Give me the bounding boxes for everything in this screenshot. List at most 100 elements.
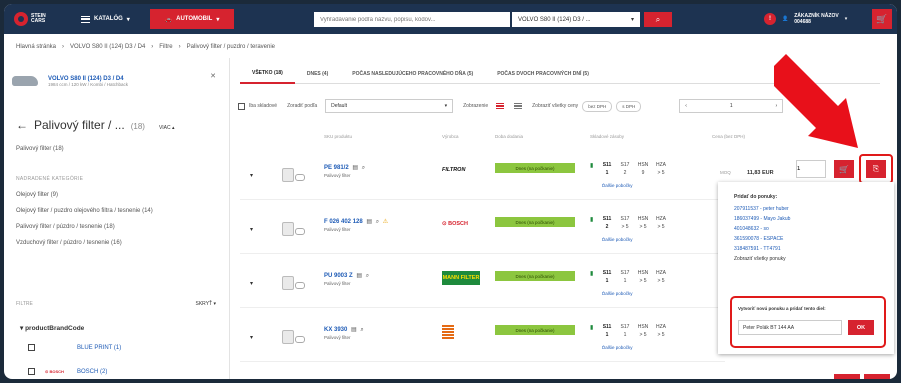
more-branches-link[interactable]: Ďalšie pobočky bbox=[602, 345, 633, 350]
offer-item[interactable]: 186037499 - Mayo Jakub bbox=[734, 216, 790, 222]
quantity-input[interactable] bbox=[796, 160, 826, 178]
compact-view-icon[interactable] bbox=[512, 100, 524, 112]
more-branches-link[interactable]: Ďalšie pobočky bbox=[602, 237, 633, 242]
prev-page-icon[interactable]: ‹ bbox=[685, 103, 687, 109]
table-row[interactable]: ▾ PE 981/2 ▤ ⌕ Palivový filter FILTRON D… bbox=[240, 150, 725, 200]
related-category-item[interactable]: Olejový filter / puzdro olejového filtra… bbox=[16, 208, 216, 215]
expand-chevron-icon[interactable]: ▾ bbox=[250, 334, 253, 341]
offer-item[interactable]: 361590078 - ESPACE bbox=[734, 236, 790, 242]
stock-qty: 1 bbox=[605, 278, 609, 284]
expand-chevron-icon[interactable]: ▾ bbox=[250, 280, 253, 287]
brand-option-label[interactable]: BLUE PRINT (1) bbox=[77, 345, 121, 351]
only-stock-checkbox[interactable] bbox=[238, 102, 245, 110]
category-more-label: VIAC bbox=[158, 125, 171, 131]
col-delivery[interactable]: Doba dodania bbox=[495, 134, 523, 139]
col-brand[interactable]: Výrobca bbox=[442, 134, 459, 139]
offer-item[interactable]: 207911537 - peter huber bbox=[734, 206, 790, 212]
product-image[interactable] bbox=[270, 160, 306, 190]
product-image[interactable] bbox=[270, 214, 306, 244]
notification-badge[interactable]: ! bbox=[764, 13, 776, 25]
breadcrumb-filters[interactable]: Filtre bbox=[159, 44, 172, 50]
document-icon[interactable]: ▤ bbox=[349, 327, 357, 333]
brand-checkbox[interactable] bbox=[28, 368, 35, 375]
add-to-cart-button[interactable] bbox=[834, 374, 860, 379]
related-category-item[interactable]: Vzduchový filter / púzdro / tesnenie (16… bbox=[16, 240, 216, 247]
filter-group-brand[interactable]: ▾ productBrandCode bbox=[20, 324, 84, 332]
tab-all[interactable]: VŠETKO (18) bbox=[240, 64, 295, 84]
search-input[interactable] bbox=[314, 12, 510, 27]
brand-filter-option[interactable]: BLUE PRINT (1) bbox=[28, 344, 121, 351]
magnifier-icon[interactable]: ⌕ bbox=[360, 165, 365, 171]
table-row[interactable]: ▾ PU 9003 Z ▤ ⌕ Palivový filter MANN FIL… bbox=[240, 258, 725, 308]
add-to-cart-button[interactable]: 🛒 bbox=[834, 160, 854, 178]
warning-icon[interactable]: ⚠ bbox=[381, 219, 388, 225]
show-all-offers-link[interactable]: Zobraziť všetky ponuky bbox=[734, 256, 790, 262]
search-button[interactable]: ⌕ bbox=[644, 12, 672, 27]
back-arrow-icon[interactable]: ← bbox=[16, 118, 28, 132]
category-title: ← Palivový filter / ... (18) VIAC ▴ bbox=[16, 118, 175, 132]
subcategory-link[interactable]: Palivový filter (18) bbox=[16, 146, 64, 152]
catalog-menu[interactable]: KATALÓG ▾ bbox=[81, 11, 130, 27]
expand-chevron-icon[interactable]: ▾ bbox=[250, 226, 253, 233]
automobil-menu[interactable]: 🚗 AUTOMOBIL ▾ bbox=[150, 9, 234, 29]
col-code[interactable]: SKU produktu bbox=[324, 134, 352, 139]
related-category-item[interactable]: Olejový filter (9) bbox=[16, 192, 216, 199]
breadcrumb-home[interactable]: Hlavná stránka bbox=[16, 44, 56, 50]
tab-two-days[interactable]: POČAS DVOCH PRACOVNÝCH DNÍ (5) bbox=[485, 64, 601, 84]
col-stock[interactable]: Skladové zásoby bbox=[590, 134, 624, 139]
list-view-icon[interactable] bbox=[494, 100, 506, 112]
page-number[interactable]: 1 bbox=[730, 103, 733, 109]
product-code[interactable]: PU 9003 Z bbox=[324, 273, 353, 279]
table-row[interactable]: ▾ F 026 402 128 ▤ ⌕ ⚠ Palivový filter ⊙ … bbox=[240, 204, 725, 254]
product-image[interactable] bbox=[270, 268, 306, 298]
breadcrumb-vehicle[interactable]: VOLVO S80 II (124) D3 / D4 bbox=[70, 44, 145, 50]
magnifier-icon[interactable]: ⌕ bbox=[364, 273, 369, 279]
selected-vehicle[interactable]: VOLVO S80 II (124) D3 / D4 1984 ccm / 12… bbox=[12, 68, 222, 94]
user-menu[interactable]: ! 👤 ZÁKAZNÍK NÁZOV 004688 ▾ bbox=[764, 10, 864, 28]
product-code[interactable]: PE 981/2 bbox=[324, 165, 349, 171]
offer-item[interactable]: 318487591 - TT4791 bbox=[734, 246, 790, 252]
cart-button[interactable]: 🛒 bbox=[872, 9, 892, 29]
stock-location: HSN bbox=[637, 270, 649, 276]
more-branches-link[interactable]: Ďalšie pobočky bbox=[602, 183, 633, 188]
expand-chevron-icon[interactable]: ▾ bbox=[250, 172, 253, 179]
product-image[interactable] bbox=[270, 322, 306, 352]
document-icon[interactable]: ▤ bbox=[355, 273, 362, 279]
category-more-toggle[interactable]: VIAC ▴ bbox=[159, 125, 175, 131]
hamburger-icon bbox=[81, 15, 90, 23]
brand-option-label[interactable]: BOSCH (2) bbox=[77, 369, 107, 375]
filters-hide-toggle[interactable]: SKRYŤ ▾ bbox=[196, 301, 217, 307]
product-code[interactable]: KX 3930 bbox=[324, 327, 347, 333]
related-category-item[interactable]: Palivový filter / púzdro / tesnenie (18) bbox=[16, 224, 216, 231]
add-to-offer-button[interactable] bbox=[864, 374, 890, 379]
logo[interactable]: STEIN CARS bbox=[14, 9, 62, 29]
document-icon[interactable]: ▤ bbox=[365, 219, 372, 225]
price-with-vat-toggle[interactable]: s DPH bbox=[616, 100, 642, 112]
magnifier-icon[interactable]: ⌕ bbox=[374, 219, 379, 225]
moq-label: MOQ bbox=[720, 170, 731, 175]
tab-today[interactable]: DNES (4) bbox=[295, 64, 340, 84]
table-row[interactable]: ▾ KX 3930 ▤ ⌕ Palivový filter Dnes (na p… bbox=[240, 312, 725, 362]
product-code[interactable]: F 026 402 128 bbox=[324, 219, 363, 225]
tab-next-day[interactable]: POČAS NASLEDUJÚCEHO PRACOVNÉHO DŇA (5) bbox=[340, 64, 485, 84]
vehicle-name[interactable]: VOLVO S80 II (124) D3 / D4 bbox=[48, 76, 128, 82]
brand-filter-option[interactable]: ⊙ BOSCH BOSCH (2) bbox=[28, 368, 107, 375]
new-offer-ok-button[interactable]: OK bbox=[848, 320, 874, 335]
popup-title: Pridať do ponuky: bbox=[734, 194, 778, 200]
related-categories-list: Olejový filter (9) Olejový filter / puzd… bbox=[16, 192, 216, 256]
document-icon[interactable]: ▤ bbox=[351, 165, 358, 171]
brand-checkbox[interactable] bbox=[28, 344, 35, 351]
more-branches-link[interactable]: Ďalšie pobočky bbox=[602, 291, 633, 296]
new-offer-name-input[interactable] bbox=[738, 320, 842, 335]
stock-location: S17 bbox=[620, 216, 630, 222]
close-icon[interactable]: ✕ bbox=[210, 72, 216, 80]
offer-item[interactable]: 401048632 - so bbox=[734, 226, 790, 232]
pagination: ‹ 1 › bbox=[679, 99, 784, 113]
price-without-vat-toggle[interactable]: bez DPH bbox=[582, 100, 613, 112]
sort-select[interactable]: Default ▾ bbox=[325, 99, 454, 113]
col-price[interactable]: Cena (bez DPH) bbox=[712, 134, 745, 139]
sort-label: Zoradiť podľa bbox=[287, 103, 318, 109]
brand-logo: MANN FILTER bbox=[442, 271, 480, 285]
vehicle-select[interactable]: VOLVO S80 II (124) D3 / ... ▾ bbox=[512, 12, 640, 27]
magnifier-icon[interactable]: ⌕ bbox=[359, 327, 363, 333]
